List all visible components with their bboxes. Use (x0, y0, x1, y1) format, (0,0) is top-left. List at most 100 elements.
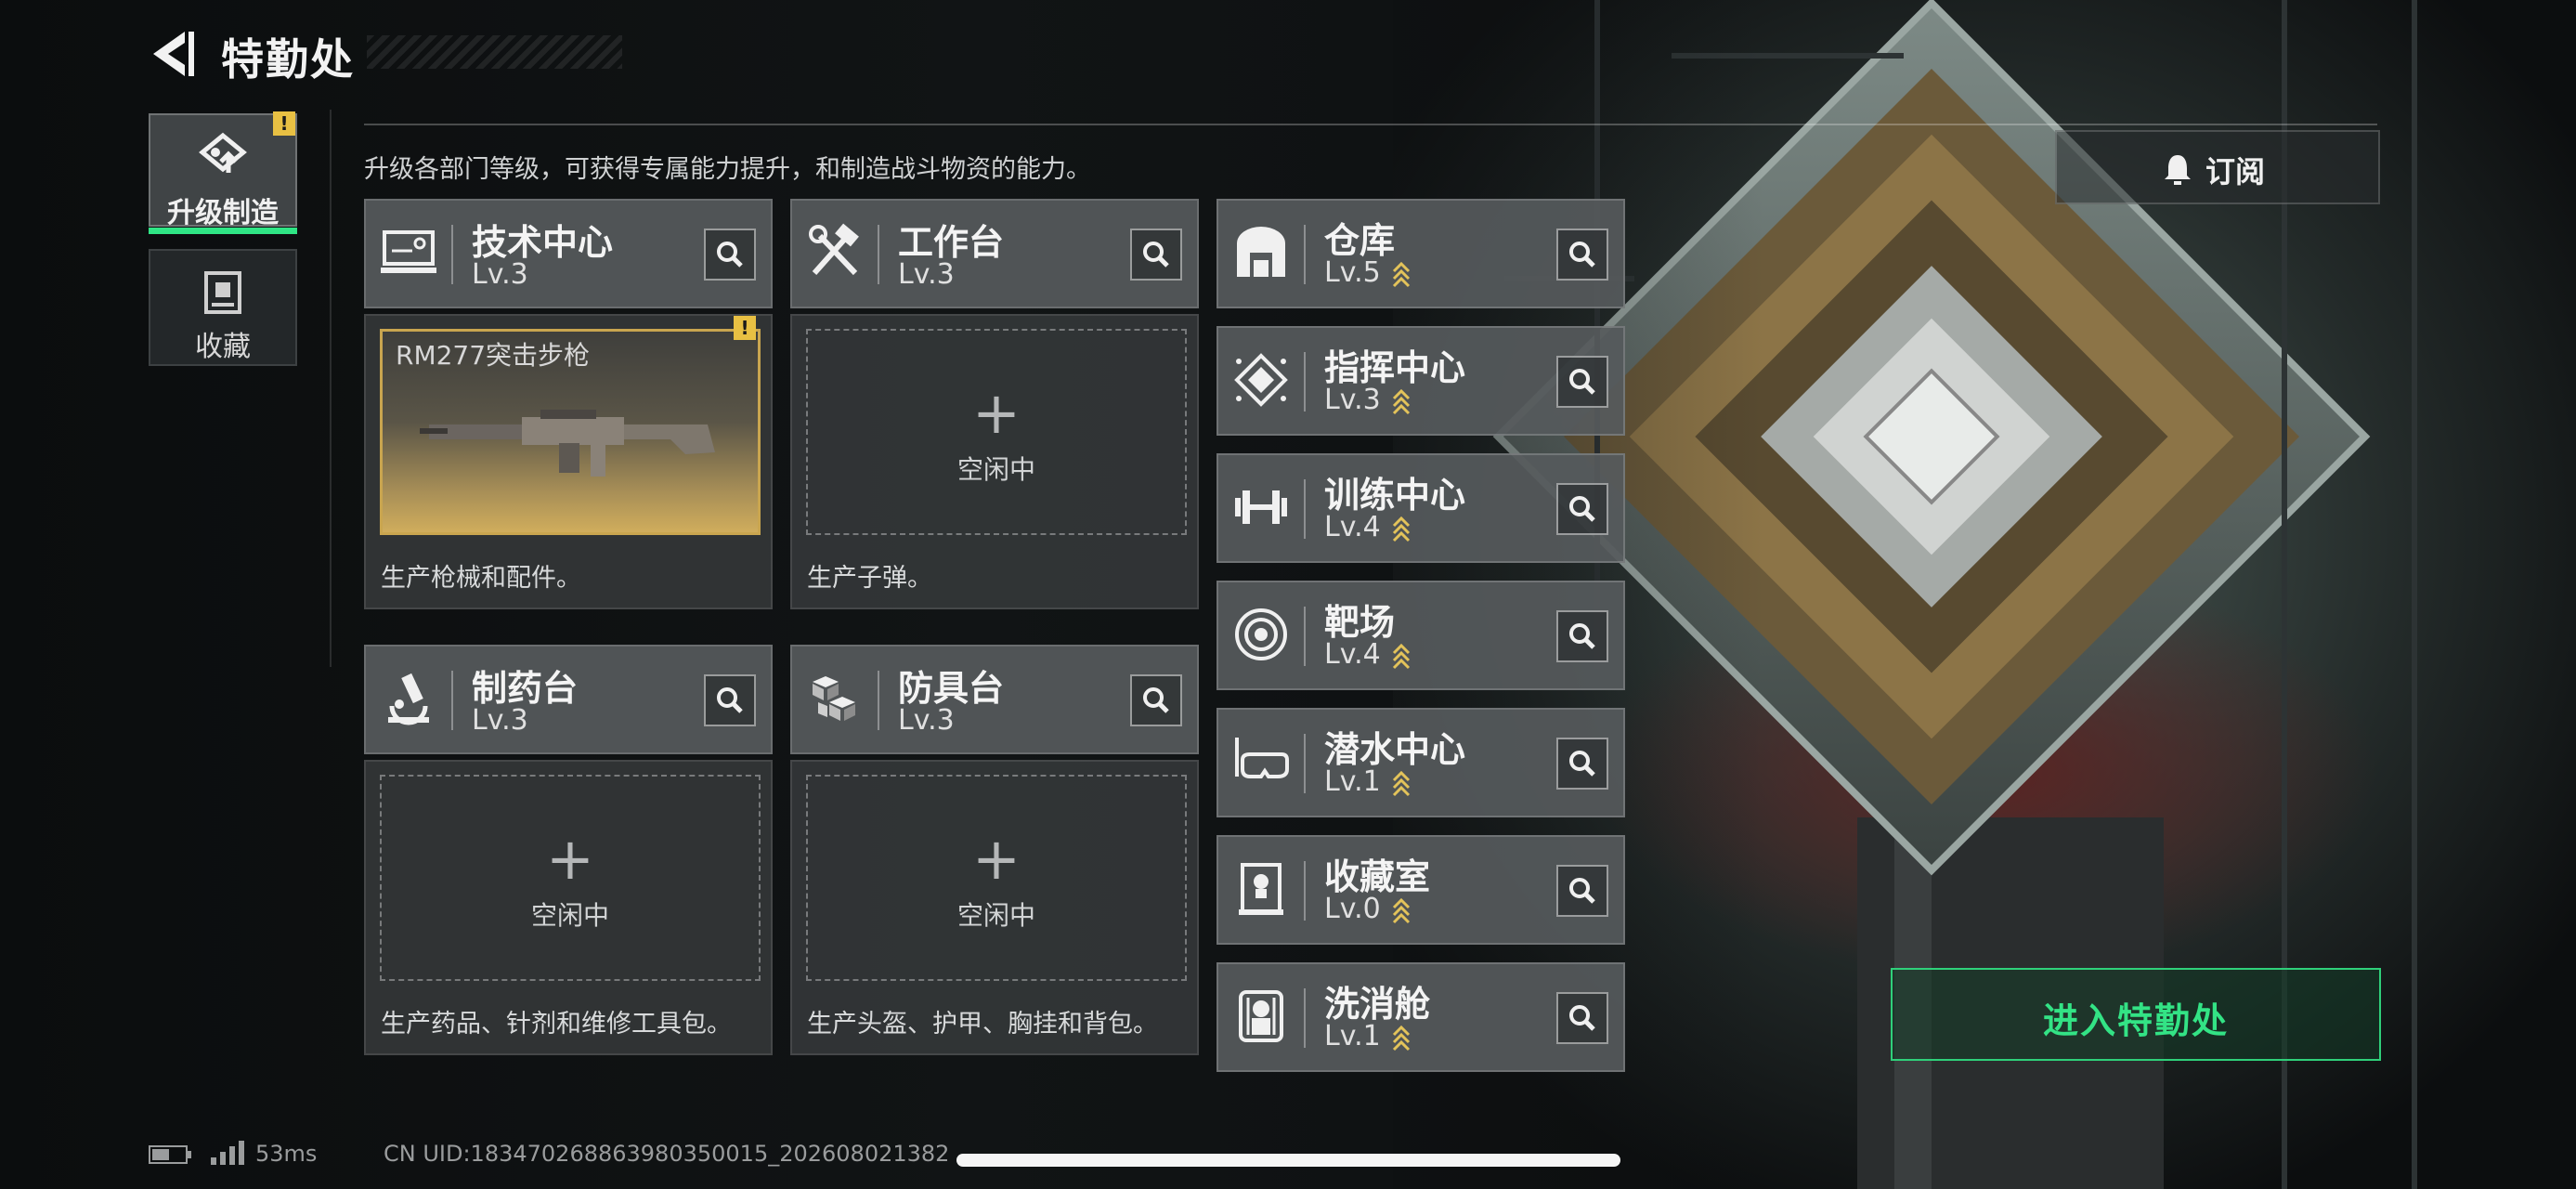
command-icon (1234, 353, 1288, 407)
station-body: RM277突击步枪 生产枪械和配件。 (364, 314, 773, 609)
upgrade-chevron-icon (1392, 897, 1411, 924)
facility-name: 靶场 (1324, 602, 1396, 643)
search-icon (1569, 878, 1595, 904)
facility-diving-center[interactable]: 潜水中心 Lv.1 (1216, 708, 1625, 817)
search-icon (1569, 751, 1595, 777)
facility-search-button[interactable] (1556, 356, 1608, 408)
station-search-button[interactable] (1130, 229, 1182, 281)
facility-search-button[interactable] (1556, 229, 1608, 281)
facility-level: Lv.1 (1324, 1020, 1381, 1052)
battery-icon (149, 1145, 191, 1164)
enter-special-ops-button[interactable]: 进入特勤处 (1891, 968, 2381, 1061)
search-icon (1569, 496, 1595, 522)
home-indicator[interactable] (956, 1154, 1620, 1167)
cubes-icon (813, 676, 855, 721)
upgrade-icon (199, 132, 247, 173)
station-name: 技术中心 (472, 222, 614, 263)
idle-status: 空闲中 (956, 454, 1035, 485)
facility-level: Lv.5 (1324, 256, 1381, 289)
station-search-button[interactable] (704, 674, 756, 726)
side-divider (330, 110, 332, 667)
station-header[interactable]: 工作台 Lv.3 (790, 199, 1199, 308)
tab-warning-badge: ! (273, 111, 295, 136)
facility-search-button[interactable] (1556, 738, 1608, 790)
empty-crafting-slot[interactable]: + 空闲中 (806, 775, 1187, 981)
station-search-button[interactable] (704, 229, 756, 281)
facility-level: Lv.1 (1324, 765, 1381, 798)
search-icon (1569, 1005, 1595, 1031)
user-uid: CN UID:18347026886398035001​5_2026080213… (384, 1141, 950, 1167)
add-icon: + (972, 825, 1021, 893)
upgrade-chevron-icon (1392, 516, 1411, 542)
header-separator (451, 225, 453, 284)
station-header[interactable]: 防具台 Lv.3 (790, 645, 1199, 754)
facility-name: 指挥中心 (1324, 347, 1466, 388)
facility-level: Lv.0 (1324, 893, 1381, 925)
facility-level: Lv.4 (1324, 511, 1381, 543)
header-separator (1304, 479, 1306, 539)
header-divider (364, 124, 2377, 125)
page-subtitle: 升级各部门等级，可获得专属能力提升，和制造战斗物资的能力。 (364, 155, 1091, 184)
station-description: 生产头盔、护甲、胸挂和背包。 (807, 1010, 1158, 1039)
rifle-image (420, 410, 715, 477)
enter-button-label: 进入特勤处 (2042, 1000, 2229, 1041)
upgrade-chevron-icon (1392, 388, 1411, 415)
station-name: 工作台 (898, 222, 1005, 263)
facility-search-button[interactable] (1556, 865, 1608, 917)
upgrade-chevron-icon (1392, 770, 1411, 797)
facility-name: 训练中心 (1324, 475, 1466, 516)
empty-crafting-slot[interactable]: + 空闲中 (806, 329, 1187, 535)
facility-search-button[interactable] (1556, 992, 1608, 1044)
tab-label-collection: 收藏 (195, 331, 251, 363)
crafting-item-slot[interactable]: RM277突击步枪 (380, 329, 761, 535)
facility-warehouse[interactable]: 仓库 Lv.5 (1216, 199, 1625, 308)
collection-icon (204, 271, 241, 314)
facility-level: Lv.3 (1324, 384, 1381, 416)
search-icon (1569, 369, 1595, 395)
station-level: Lv.3 (898, 704, 955, 737)
station-name: 防具台 (898, 668, 1005, 709)
station-level: Lv.3 (472, 704, 528, 737)
station-header[interactable]: 制药台 Lv.3 (364, 645, 773, 754)
station-description: 生产药品、针剂和维修工具包。 (381, 1010, 732, 1039)
microscope-icon (388, 673, 429, 725)
search-icon (1569, 242, 1595, 268)
monitor-icon (381, 230, 436, 273)
add-icon: + (972, 379, 1021, 447)
facility-level: Lv.4 (1324, 638, 1381, 671)
dumbbell-icon (1235, 490, 1287, 524)
header-separator (878, 671, 879, 730)
warehouse-icon (1237, 227, 1285, 277)
empty-crafting-slot[interactable]: + 空闲中 (380, 775, 761, 981)
back-button[interactable] (144, 28, 200, 80)
bell-icon (2165, 155, 2191, 185)
tab-active-indicator (149, 228, 297, 234)
display-case-icon (1239, 863, 1283, 915)
title-decoration (367, 35, 622, 69)
subscribe-button[interactable]: 订阅 (2055, 130, 2380, 204)
idle-status: 空闲中 (956, 900, 1035, 931)
header-separator (1304, 225, 1306, 284)
header-separator (1304, 734, 1306, 793)
facility-search-button[interactable] (1556, 483, 1608, 535)
facility-collection-room[interactable]: 收藏室 Lv.0 (1216, 835, 1625, 945)
diving-mask-icon (1235, 738, 1289, 778)
subscribe-label: 订阅 (2205, 154, 2266, 189)
crafting-item-name: RM277突击步枪 (396, 340, 591, 371)
header-separator (1304, 988, 1306, 1048)
facility-training-center[interactable]: 训练中心 Lv.4 (1216, 453, 1625, 563)
station-header[interactable]: 技术中心 Lv.3 (364, 199, 773, 308)
target-icon (1235, 608, 1287, 660)
station-level: Lv.3 (898, 258, 955, 291)
station-search-button[interactable] (1130, 674, 1182, 726)
search-icon (1569, 623, 1595, 649)
tools-icon (809, 223, 859, 276)
facility-shooting-range[interactable]: 靶场 Lv.4 (1216, 581, 1625, 690)
search-icon (1143, 687, 1169, 713)
facility-name: 仓库 (1324, 220, 1396, 261)
search-icon (717, 242, 743, 268)
facility-search-button[interactable] (1556, 610, 1608, 662)
facility-command-center[interactable]: 指挥中心 Lv.3 (1216, 326, 1625, 436)
facility-decontamination-pod[interactable]: 洗消舱 Lv.1 (1216, 962, 1625, 1072)
tab-collection[interactable]: 收藏 (149, 249, 297, 366)
